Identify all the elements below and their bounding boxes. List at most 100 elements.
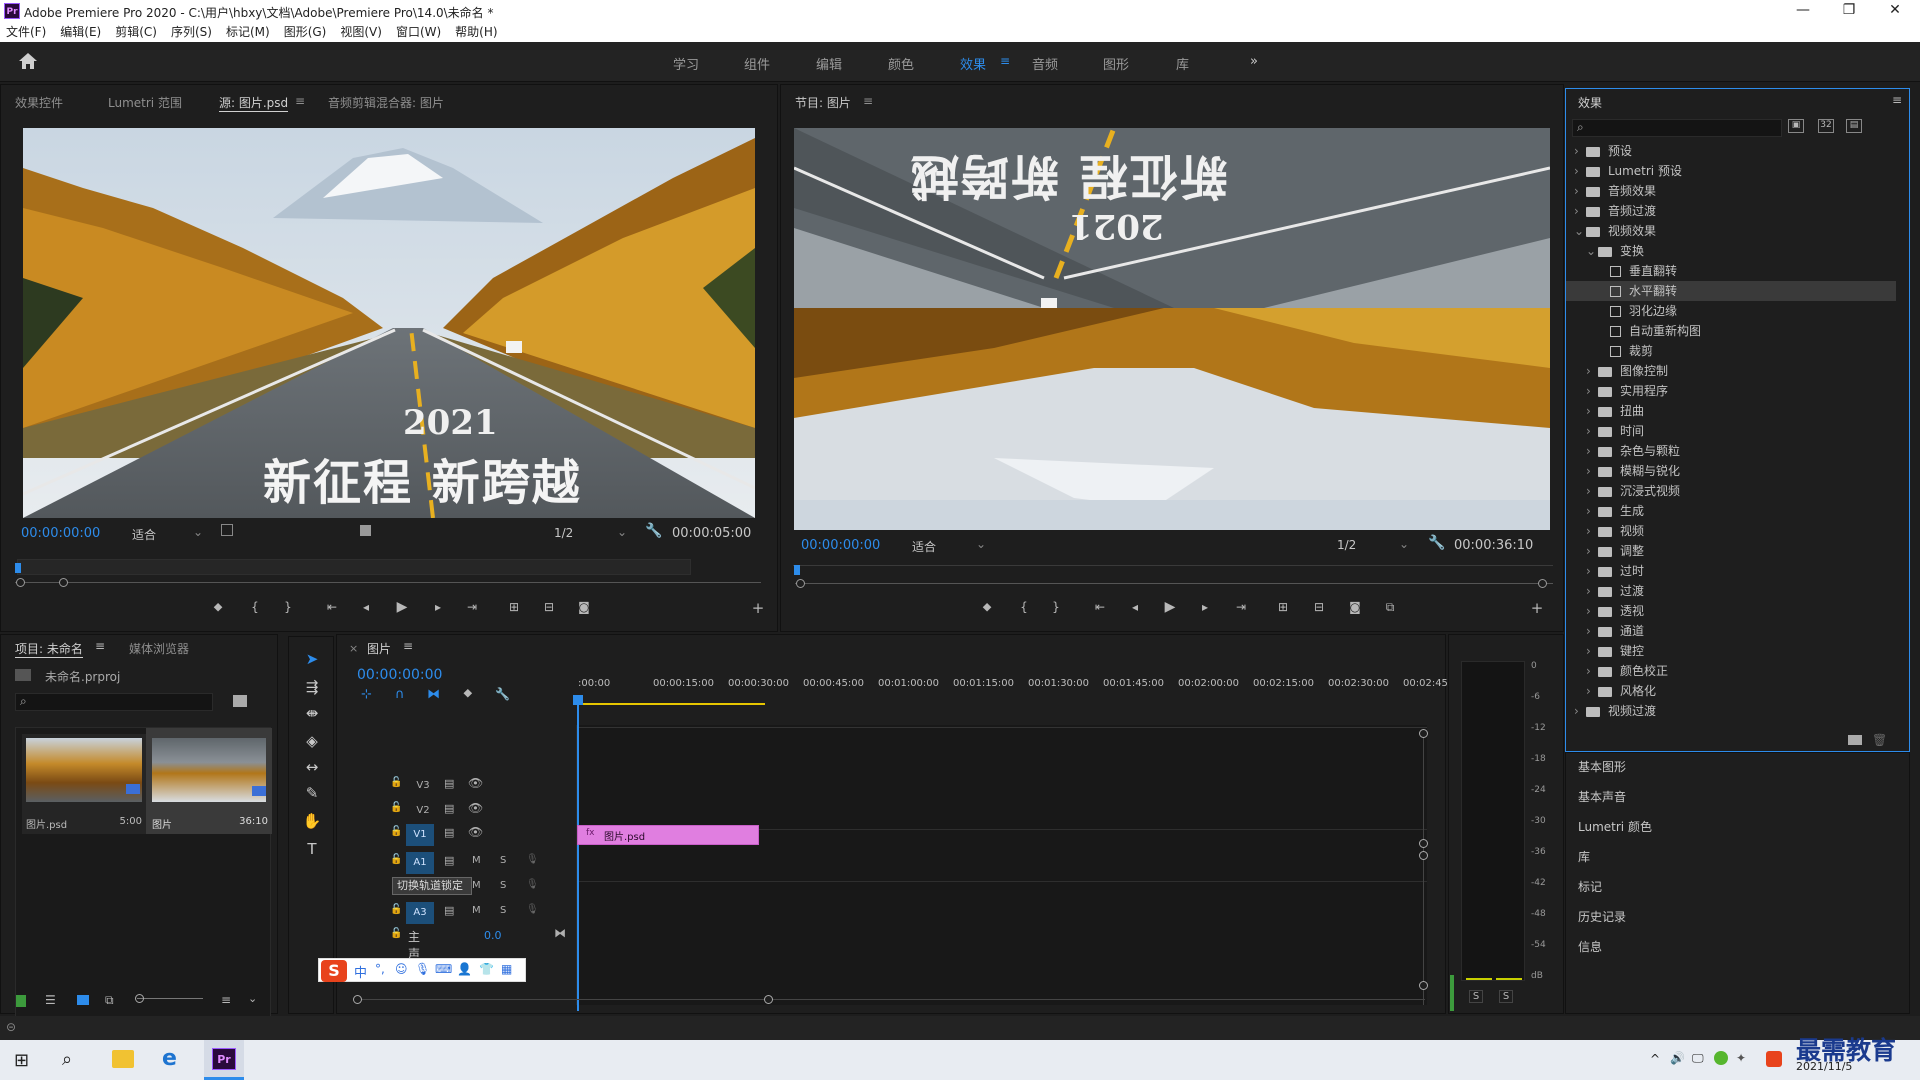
emoji-icon[interactable]: ☺ [395,962,408,976]
tab-lumetri-scopes[interactable]: Lumetri 范围 [108,94,182,111]
effect-folder[interactable]: ⌄ 变换 [1566,241,1896,261]
type-tool-icon[interactable]: T [300,840,324,860]
chevron-right-icon[interactable]: › [1586,401,1598,421]
mute-button[interactable]: M [472,855,481,866]
lock-icon[interactable]: 🔓 [390,802,402,813]
lock-icon[interactable] [16,995,26,1007]
effect-folder[interactable]: › Lumetri 预设 [1566,161,1896,181]
source-video-frame[interactable]: 2021 新征程 新跨越 [23,128,755,518]
mute-button[interactable]: M [472,880,481,891]
overwrite-icon[interactable]: ⊟ [540,600,558,614]
lock-icon[interactable]: 🔓 [390,854,402,865]
mark-in-icon[interactable]: { [1015,600,1033,614]
bowtie-icon[interactable]: ⧓ [554,926,566,940]
effect-item[interactable]: 垂直翻转 [1566,261,1896,281]
selection-tool-icon[interactable]: ➤ [300,650,324,670]
workspace-libraries[interactable]: 库 [1176,54,1189,73]
effect-folder[interactable]: › 调整 [1566,541,1896,561]
chevron-right-icon[interactable]: › [1586,561,1598,581]
tab-project[interactable]: 项目: 未命名 [15,640,83,658]
freeform-view-icon[interactable]: ⧉ [105,993,114,1008]
safe-margins-icon[interactable] [221,524,233,536]
chevron-right-icon[interactable]: › [1574,201,1586,221]
chevron-right-icon[interactable]: › [1586,381,1598,401]
hamburger-icon[interactable]: ≡ [863,94,873,108]
playhead-handle[interactable] [573,695,583,705]
lock-icon[interactable]: 🔓 [390,928,402,939]
mark-in-icon[interactable]: { [246,600,264,614]
hamburger-icon[interactable]: ≡ [1892,93,1902,107]
grid-icon[interactable]: ▦ [501,962,512,976]
add-marker-icon[interactable]: ⯁ [463,687,473,702]
effect-folder[interactable]: › 音频过渡 [1566,201,1896,221]
effect-folder[interactable]: › 杂色与颗粒 [1566,441,1896,461]
edge-browser-icon[interactable]: e [162,1046,177,1071]
camera-icon[interactable]: ◙ [575,600,593,614]
chevron-right-icon[interactable]: › [1586,501,1598,521]
play-icon[interactable]: ▶ [393,599,411,615]
lock-icon[interactable]: 🔓 [390,826,402,837]
effects-search-input[interactable]: ⌕ [1572,119,1782,137]
close-button[interactable]: ✕ [1872,0,1918,22]
solo-button[interactable]: S [500,855,506,866]
sync-lock-icon[interactable]: ▤ [444,826,454,839]
wrench-icon[interactable]: 🔧 [1428,535,1445,551]
razor-tool-icon[interactable]: ◈ [300,732,324,752]
extract-icon[interactable]: ⊟ [1310,600,1328,614]
chevron-right-icon[interactable]: › [1586,441,1598,461]
skin-icon[interactable]: 👕 [479,962,494,976]
hscroll-handle-right[interactable] [764,995,773,1004]
menu-help[interactable]: 帮助(H) [455,22,497,42]
tray-settings-icon[interactable]: ✦ [1736,1051,1746,1065]
mic-icon[interactable]: 🎙 [526,854,539,865]
step-back-icon[interactable]: ◂ [357,600,375,614]
sync-lock-icon[interactable]: ▤ [444,854,454,867]
export-frame-icon[interactable] [360,525,371,536]
chevron-right-icon[interactable]: › [1586,621,1598,641]
solo-button[interactable]: S [500,880,506,891]
chevron-right-icon[interactable]: › [1586,641,1598,661]
premiere-taskbar-icon[interactable]: Pr [212,1048,236,1070]
program-resolution-dropdown[interactable]: 1/2 [1337,538,1356,552]
effect-folder[interactable]: › 键控 [1566,641,1896,661]
sort-icon[interactable]: ≡ [221,993,231,1007]
timeline-timecode[interactable]: 00:00:00:00 [357,667,442,683]
keyboard-icon[interactable]: ⌨ [435,962,452,976]
file-explorer-icon[interactable] [112,1050,134,1068]
ime-mode[interactable]: 中 [354,962,367,981]
effect-folder[interactable]: › 沉浸式视频 [1566,481,1896,501]
tab-sequence[interactable]: 图片 [367,640,391,657]
sync-lock-icon[interactable]: ▤ [444,904,454,917]
snap-icon[interactable]: ∩ [395,687,405,702]
step-forward-icon[interactable]: ▸ [429,600,447,614]
chevron-right-icon[interactable]: › [1586,661,1598,681]
hamburger-icon[interactable]: ≡ [95,639,105,653]
effect-folder[interactable]: › 模糊与锐化 [1566,461,1896,481]
windows-start-icon[interactable]: ⊞ [14,1050,29,1071]
lock-icon[interactable]: 🔓 [390,904,402,915]
effect-item[interactable]: 裁剪 [1566,341,1896,361]
mark-out-icon[interactable]: } [1047,600,1065,614]
chevron-down-icon[interactable]: ⌄ [193,525,203,539]
sogou-tray-icon[interactable] [1766,1051,1782,1067]
lock-icon[interactable]: 🔓 [390,777,402,788]
solo-right-button[interactable]: S [1499,990,1513,1003]
slip-tool-icon[interactable]: ↔ [300,758,324,778]
comparison-view-icon[interactable]: ⧉ [1381,600,1399,615]
scroll-handle-top[interactable] [1419,729,1428,738]
program-timecode[interactable]: 00:00:00:00 [801,538,880,553]
go-to-in-icon[interactable]: ⇤ [323,600,341,614]
project-search-input[interactable]: ⌕ [15,693,213,711]
effect-folder[interactable]: › 音频效果 [1566,181,1896,201]
workspace-effects[interactable]: 效果 [960,54,986,73]
master-value[interactable]: 0.0 [484,929,502,942]
project-item-selected[interactable]: 图片 36:10 [146,728,272,834]
new-folder-icon[interactable] [1848,735,1862,745]
scroll-handle-mid[interactable] [1419,839,1428,848]
solo-left-button[interactable]: S [1469,990,1483,1003]
effect-folder[interactable]: › 视频 [1566,521,1896,541]
mute-button[interactable]: M [472,905,481,916]
play-icon[interactable]: ▶ [1161,599,1179,615]
minimize-button[interactable]: — [1780,0,1826,22]
chevron-right-icon[interactable]: › [1574,701,1586,721]
